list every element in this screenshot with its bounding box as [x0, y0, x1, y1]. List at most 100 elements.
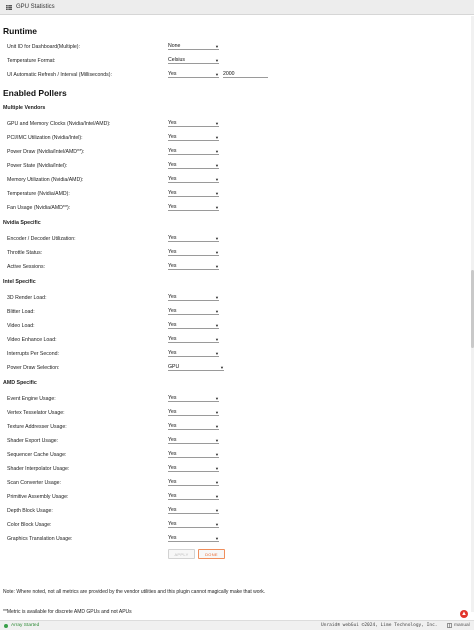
- chevron-down-icon: ▼: [215, 350, 219, 356]
- pci-imc-util-select[interactable]: Yes ▼: [168, 134, 219, 141]
- amd-specific-heading: AMD Specific: [3, 380, 37, 386]
- chevron-down-icon: ▼: [215, 437, 219, 443]
- manual-link-text: manual: [454, 623, 470, 628]
- fan-usage-label: Fan Usage (Nvidia/AMD**):: [7, 205, 71, 211]
- gpu-mem-clocks-label: GPU and Memory Clocks (Nvidia/Intel/AMD)…: [7, 121, 111, 127]
- chevron-down-icon: ▼: [215, 308, 219, 314]
- render-load-select[interactable]: Yes ▼: [168, 294, 219, 301]
- status-dot-icon: [4, 623, 8, 628]
- amd-metric-footnote: **Metric is available for discrete AMD G…: [3, 609, 132, 615]
- window-titlebar: GPU Statistics: [0, 0, 474, 15]
- power-draw-selection-select[interactable]: GPU ▼: [168, 364, 224, 371]
- chevron-down-icon: ▼: [215, 134, 219, 140]
- memory-util-select[interactable]: Yes ▼: [168, 176, 219, 183]
- video-load-label: Video Load:: [7, 323, 35, 329]
- video-enhance-load-label: Video Enhance Load:: [7, 337, 57, 343]
- shader-export-label: Shader Export Usage:: [7, 438, 59, 444]
- nvidia-specific-heading: Nvidia Specific: [3, 220, 41, 226]
- event-engine-label: Event Engine Usage:: [7, 396, 56, 402]
- interrupts-label: Interrupts Per Second:: [7, 351, 59, 357]
- refresh-interval-input[interactable]: 2000: [223, 71, 268, 78]
- chevron-down-icon: ▼: [215, 409, 219, 415]
- color-block-label: Color Block Usage:: [7, 522, 52, 528]
- depth-block-select[interactable]: Yes ▼: [168, 507, 219, 514]
- chevron-down-icon: ▼: [220, 364, 224, 370]
- apply-button[interactable]: APPLY: [168, 549, 195, 559]
- arrow-up-icon: ▲: [461, 611, 467, 617]
- video-enhance-load-select[interactable]: Yes ▼: [168, 336, 219, 343]
- active-sessions-select[interactable]: Yes ▼: [168, 263, 219, 270]
- encoder-decoder-label: Encoder / Decoder Utilization:: [7, 236, 76, 242]
- scroll-to-top-button[interactable]: ▲: [460, 610, 468, 618]
- chevron-down-icon: ▼: [215, 322, 219, 328]
- shader-interpolator-select[interactable]: Yes ▼: [168, 465, 219, 472]
- scan-converter-label: Scan Converter Usage:: [7, 480, 61, 486]
- primitive-assembly-label: Primitive Assembly Usage:: [7, 494, 69, 500]
- chevron-down-icon: ▼: [215, 465, 219, 471]
- unit-id-label: Unit ID for Dashboard(Multiple):: [7, 44, 80, 50]
- temperature-select[interactable]: Yes ▼: [168, 190, 219, 197]
- color-block-select[interactable]: Yes ▼: [168, 521, 219, 528]
- chevron-down-icon: ▼: [215, 451, 219, 457]
- event-engine-select[interactable]: Yes ▼: [168, 395, 219, 402]
- gpu-mem-clocks-select[interactable]: Yes ▼: [168, 120, 219, 127]
- blitter-load-label: Blitter Load:: [7, 309, 35, 315]
- throttle-status-select[interactable]: Yes ▼: [168, 249, 219, 256]
- shader-export-select[interactable]: Yes ▼: [168, 437, 219, 444]
- pci-imc-util-label: PCI/IMC Utilization (Nvidia/Intel):: [7, 135, 83, 141]
- chevron-down-icon: ▼: [215, 148, 219, 154]
- chevron-down-icon: ▼: [215, 521, 219, 527]
- power-draw-select[interactable]: Yes ▼: [168, 148, 219, 155]
- auto-refresh-label: UI Automatic Refresh / Interval (Millise…: [7, 72, 112, 78]
- auto-refresh-select[interactable]: Yes ▼: [168, 71, 219, 78]
- encoder-decoder-select[interactable]: Yes ▼: [168, 235, 219, 242]
- chevron-down-icon: ▼: [215, 535, 219, 541]
- vertex-tesselator-select[interactable]: Yes ▼: [168, 409, 219, 416]
- graphics-translation-label: Graphics Translation Usage:: [7, 536, 73, 542]
- sequencer-cache-label: Sequencer Cache Usage:: [7, 452, 67, 458]
- render-load-label: 3D Render Load:: [7, 295, 47, 301]
- interrupts-select[interactable]: Yes ▼: [168, 350, 219, 357]
- chevron-down-icon: ▼: [215, 294, 219, 300]
- scan-converter-select[interactable]: Yes ▼: [168, 479, 219, 486]
- chevron-down-icon: ▼: [215, 43, 219, 49]
- chevron-down-icon: ▼: [215, 176, 219, 182]
- chevron-down-icon: ▼: [215, 204, 219, 210]
- temperature-format-select[interactable]: Celsius ▼: [168, 57, 219, 64]
- unit-id-select[interactable]: None ▼: [168, 43, 219, 50]
- done-button[interactable]: DONE: [198, 549, 225, 559]
- temperature-label: Temperature (Nvidia/AMD):: [7, 191, 70, 197]
- chevron-down-icon: ▼: [215, 71, 219, 77]
- multiple-vendors-heading: Multiple Vendors: [3, 105, 46, 111]
- manual-link[interactable]: manual: [447, 623, 470, 628]
- copyright-text: Unraid® webGui ©2024, Lime Technology, I…: [321, 623, 438, 628]
- chevron-down-icon: ▼: [215, 336, 219, 342]
- book-icon: [447, 623, 452, 628]
- throttle-status-label: Throttle Status:: [7, 250, 43, 256]
- video-load-select[interactable]: Yes ▼: [168, 322, 219, 329]
- primitive-assembly-select[interactable]: Yes ▼: [168, 493, 219, 500]
- window-title: GPU Statistics: [16, 4, 55, 10]
- chevron-down-icon: ▼: [215, 507, 219, 513]
- memory-util-label: Memory Utilization (Nvidia/AMD):: [7, 177, 84, 183]
- blitter-load-select[interactable]: Yes ▼: [168, 308, 219, 315]
- intel-specific-heading: Intel Specific: [3, 279, 36, 285]
- fan-usage-select[interactable]: Yes ▼: [168, 204, 219, 211]
- graphics-translation-select[interactable]: Yes ▼: [168, 535, 219, 542]
- chevron-down-icon: ▼: [215, 190, 219, 196]
- shader-interpolator-label: Shader Interpolator Usage:: [7, 466, 70, 472]
- chevron-down-icon: ▼: [215, 493, 219, 499]
- texture-addresser-select[interactable]: Yes ▼: [168, 423, 219, 430]
- chevron-down-icon: ▼: [215, 162, 219, 168]
- sequencer-cache-select[interactable]: Yes ▼: [168, 451, 219, 458]
- enabled-pollers-heading: Enabled Pollers: [3, 88, 67, 98]
- power-state-label: Power State (Nvidia/Intel):: [7, 163, 68, 169]
- runtime-heading: Runtime: [3, 26, 37, 36]
- array-status-text: Array Started: [11, 623, 40, 628]
- power-draw-label: Power Draw (Nvidia/Intel/AMD**):: [7, 149, 85, 155]
- power-state-select[interactable]: Yes ▼: [168, 162, 219, 169]
- chevron-down-icon: ▼: [215, 57, 219, 63]
- table-icon: [6, 4, 12, 10]
- chevron-down-icon: ▼: [215, 479, 219, 485]
- status-footer: Array Started Unraid® webGui ©2024, Lime…: [0, 620, 474, 630]
